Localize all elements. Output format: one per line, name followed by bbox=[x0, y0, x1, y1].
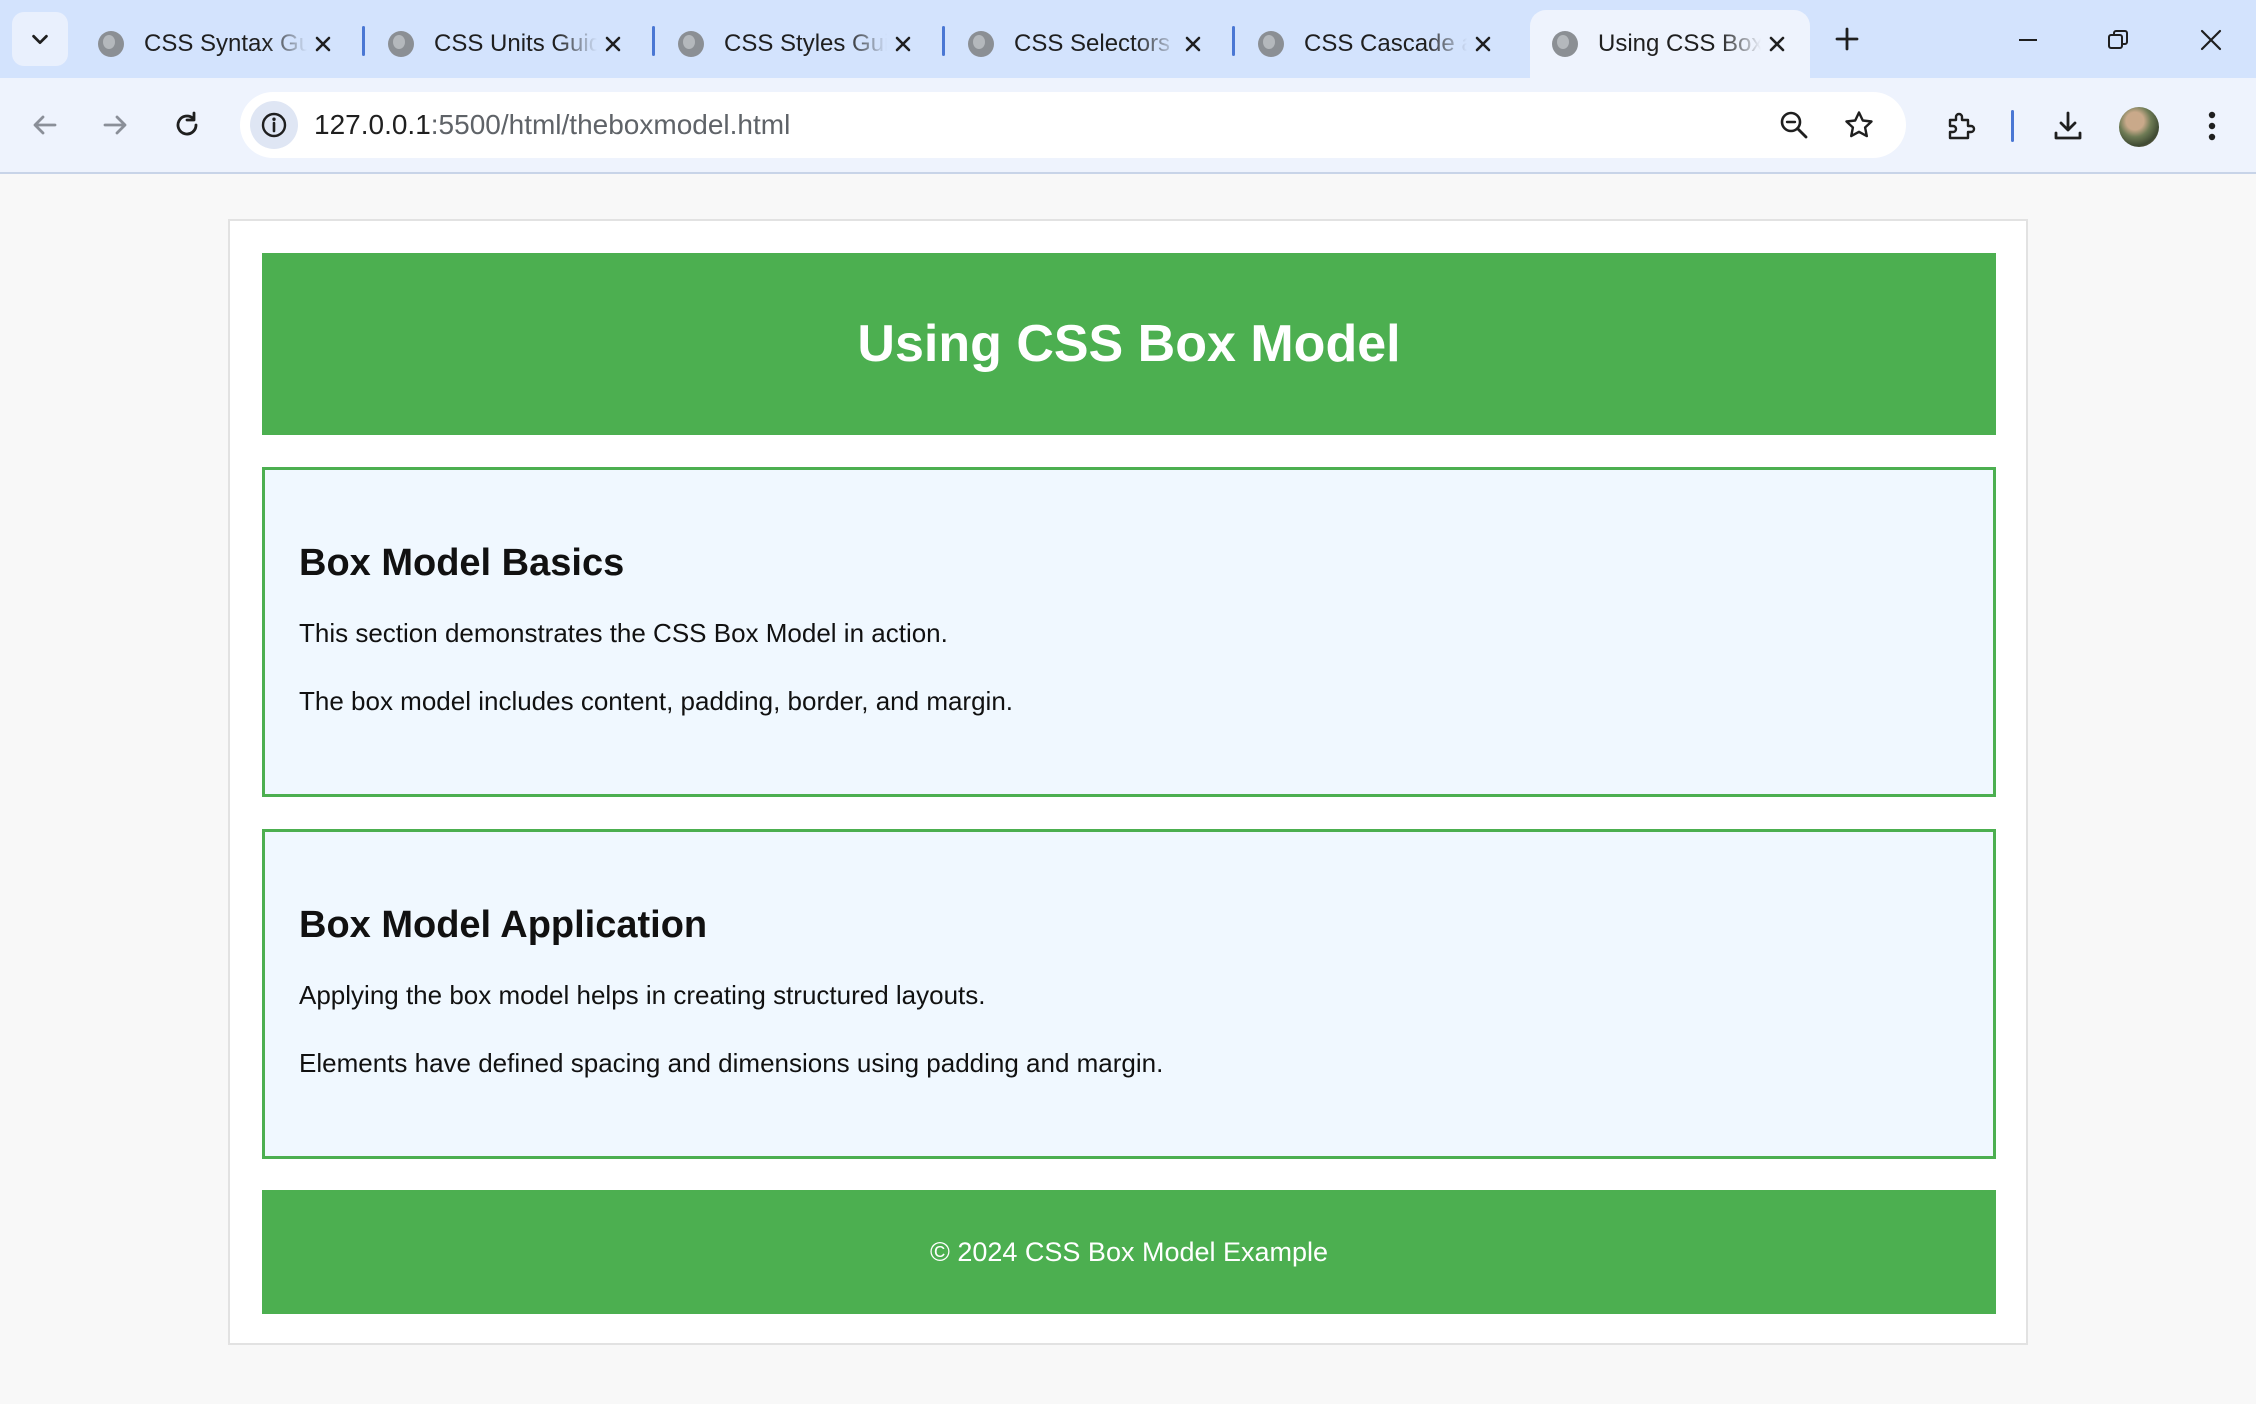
footer-copyright: © 2024 CSS Box Model Example bbox=[929, 1236, 1329, 1267]
close-tab-icon[interactable] bbox=[1467, 28, 1498, 60]
puzzle-icon bbox=[1948, 112, 1976, 140]
close-window-button[interactable] bbox=[2166, 10, 2256, 70]
browser-toolbar: 127.0.0.1:5500/html/theboxmodel.html bbox=[0, 78, 2256, 174]
tab-title: Using CSS Box Model bbox=[1598, 30, 1762, 57]
extensions-button[interactable] bbox=[1933, 98, 1989, 154]
tab-title: CSS Units Guide bbox=[434, 30, 598, 57]
close-tab-icon[interactable] bbox=[1177, 28, 1208, 60]
tab-css-styles[interactable]: CSS Styles Guide bbox=[656, 10, 936, 78]
plus-icon bbox=[1835, 27, 1859, 51]
reload-button[interactable] bbox=[158, 96, 216, 154]
section-paragraph: The box model includes content, padding,… bbox=[299, 686, 1014, 716]
close-icon bbox=[2200, 29, 2222, 51]
bookmark-button[interactable] bbox=[1837, 103, 1881, 147]
browser-menu-button[interactable] bbox=[2184, 98, 2240, 154]
tab-divider bbox=[942, 26, 945, 56]
tab-title: CSS Syntax Guide bbox=[144, 30, 308, 57]
section-paragraph: Elements have defined spacing and dimens… bbox=[299, 1048, 1164, 1078]
globe-icon bbox=[678, 31, 704, 57]
tab-divider bbox=[362, 26, 365, 56]
toolbar-divider bbox=[2011, 110, 2014, 142]
close-tab-icon[interactable] bbox=[887, 28, 918, 60]
page-footer: © 2024 CSS Box Model Example bbox=[262, 1190, 1996, 1314]
zoom-button[interactable] bbox=[1772, 103, 1816, 147]
more-vertical-icon bbox=[2208, 111, 2216, 141]
close-tab-icon[interactable] bbox=[1761, 28, 1792, 60]
forward-button[interactable] bbox=[86, 96, 144, 154]
tab-title: CSS Selectors bbox=[1014, 30, 1171, 57]
info-icon bbox=[261, 112, 287, 138]
profile-avatar[interactable] bbox=[2119, 107, 2159, 147]
download-icon bbox=[2054, 111, 2082, 140]
close-tab-icon[interactable] bbox=[307, 28, 338, 60]
section-heading: Box Model Application bbox=[299, 904, 708, 946]
restore-button[interactable] bbox=[2073, 10, 2163, 70]
restore-icon bbox=[2108, 30, 2128, 49]
tab-box-model[interactable]: Using CSS Box Model bbox=[1530, 10, 1810, 78]
page-title: Using CSS Box Model bbox=[857, 315, 1401, 373]
site-info-button[interactable] bbox=[250, 101, 298, 149]
back-button[interactable] bbox=[16, 96, 74, 154]
chevron-down-icon bbox=[32, 34, 48, 45]
new-tab-button[interactable] bbox=[1824, 16, 1870, 62]
section-paragraph: Applying the box model helps in creating… bbox=[299, 980, 986, 1010]
page-container: Using CSS Box Model Box Model Basics Thi… bbox=[228, 219, 2028, 1345]
globe-icon bbox=[388, 31, 414, 57]
globe-icon bbox=[98, 31, 124, 57]
tab-divider bbox=[1232, 26, 1235, 56]
globe-icon bbox=[968, 31, 994, 57]
page-viewport: Using CSS Box Model Box Model Basics Thi… bbox=[0, 174, 2256, 1404]
star-icon bbox=[1845, 111, 1873, 138]
tab-css-cascade[interactable]: CSS Cascade and Inheritance bbox=[1236, 10, 1516, 78]
globe-icon bbox=[1552, 31, 1578, 57]
section-heading: Box Model Basics bbox=[299, 542, 625, 584]
section-paragraph: This section demonstrates the CSS Box Mo… bbox=[299, 618, 948, 648]
url-text[interactable]: 127.0.0.1:5500/html/theboxmodel.html bbox=[314, 109, 790, 141]
page-header: Using CSS Box Model bbox=[262, 253, 1996, 435]
zoom-out-icon bbox=[1780, 111, 1808, 139]
section-box-model-basics: Box Model Basics This section demonstrat… bbox=[262, 467, 1996, 797]
close-tab-icon[interactable] bbox=[597, 28, 628, 60]
tab-css-selectors[interactable]: CSS Selectors bbox=[946, 10, 1226, 78]
tab-search-button[interactable] bbox=[12, 12, 68, 66]
tab-css-syntax[interactable]: CSS Syntax Guide bbox=[76, 10, 356, 78]
tab-css-units[interactable]: CSS Units Guide bbox=[366, 10, 646, 78]
section-box-model-application: Box Model Application Applying the box m… bbox=[262, 829, 1996, 1159]
address-bar[interactable]: 127.0.0.1:5500/html/theboxmodel.html bbox=[240, 92, 1906, 158]
downloads-button[interactable] bbox=[2040, 98, 2096, 154]
minimize-button[interactable] bbox=[1983, 10, 2073, 70]
reload-icon bbox=[176, 111, 198, 136]
tab-title: CSS Cascade and Inheritance bbox=[1304, 30, 1467, 57]
tab-title: CSS Styles Guide bbox=[724, 30, 888, 57]
url-path: :5500/html/theboxmodel.html bbox=[430, 109, 791, 140]
arrow-right-icon bbox=[103, 115, 127, 135]
tab-strip: CSS Syntax Guide CSS Units Guide CSS Sty… bbox=[0, 0, 2256, 78]
minimize-icon bbox=[2019, 39, 2037, 41]
arrow-left-icon bbox=[33, 115, 57, 135]
url-host: 127.0.0.1 bbox=[314, 109, 431, 140]
tab-divider bbox=[652, 26, 655, 56]
globe-icon bbox=[1258, 31, 1284, 57]
